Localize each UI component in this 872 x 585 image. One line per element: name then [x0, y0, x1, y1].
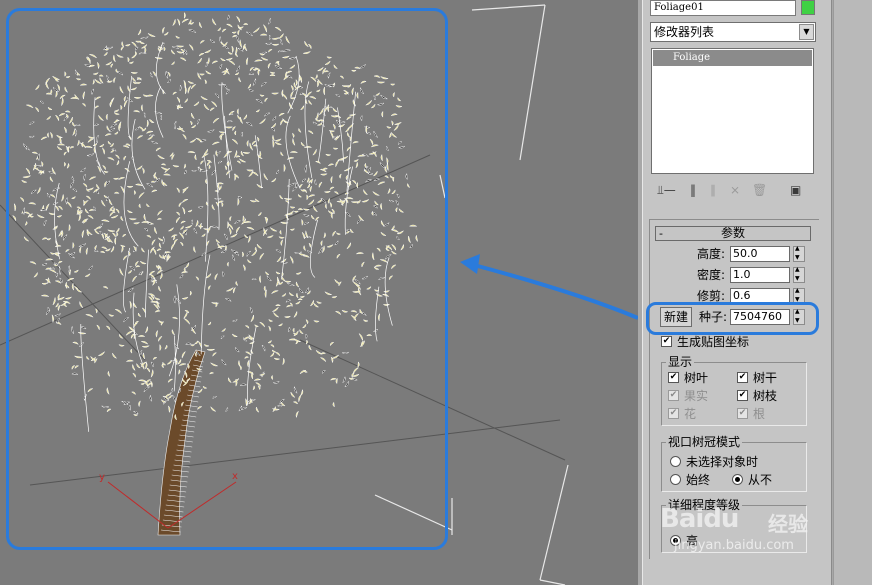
height-input[interactable]: 50.0 — [730, 246, 790, 262]
parameters-rollout-header[interactable]: - 参数 — [655, 226, 811, 241]
display-group: 显示 — [661, 355, 807, 426]
modifier-list-label: 修改器列表 — [654, 25, 715, 39]
display-branches-label: 树枝 — [753, 389, 778, 403]
checkbox-mark: ✔ — [668, 390, 679, 401]
density-label: 密度: — [696, 268, 725, 282]
checkbox-mark: ✔ — [668, 408, 679, 419]
watermark-logo: Baidu — [660, 504, 739, 534]
checkbox-mark: ✔ — [661, 336, 672, 347]
checkbox-mark: ✔ — [737, 372, 748, 383]
chevron-down-icon[interactable]: ▼ — [799, 24, 814, 40]
configure-sets-icon[interactable]: ▣ — [790, 182, 801, 198]
generate-mapping-label: 生成贴图坐标 — [677, 335, 750, 349]
make-unique-icon[interactable]: ∥ — [710, 182, 716, 198]
pin-stack-icon[interactable]: ⫫— — [657, 182, 676, 198]
show-end-result-icon[interactable]: ‖ — [690, 182, 696, 198]
display-leaves-label: 树叶 — [684, 371, 709, 385]
modifier-stack[interactable]: Foliage — [651, 48, 814, 174]
display-flowers-label: 花 — [684, 407, 697, 421]
object-color-swatch[interactable] — [801, 0, 815, 15]
remove-modifier-icon[interactable]: ⨯ — [730, 182, 740, 198]
annotation-highlight-seed — [646, 302, 819, 335]
canopy-mode-title: 视口树冠模式 — [666, 435, 743, 449]
display-group-title: 显示 — [666, 355, 695, 369]
canopy-always-label: 始终 — [686, 473, 711, 487]
density-spinner[interactable] — [793, 266, 805, 283]
stack-toolbar: ⫫— ‖ ∥ ⨯ 🗑︎ ▣ — [652, 180, 812, 200]
command-panel-scrollbar[interactable] — [833, 0, 872, 585]
radio-dot — [732, 474, 743, 485]
collapse-icon: - — [659, 227, 663, 240]
modifier-stack-item[interactable]: Foliage — [653, 50, 812, 66]
trash-icon[interactable]: 🗑︎ — [752, 182, 767, 198]
height-spinner[interactable] — [793, 245, 805, 262]
checkbox-mark: ✔ — [737, 390, 748, 401]
display-trunk-label: 树干 — [753, 371, 778, 385]
display-roots-label: 根 — [753, 407, 766, 421]
checkbox-mark: ✔ — [737, 408, 748, 419]
baidu-watermark: Baidu 经验 jingyan.baidu.com — [660, 500, 830, 570]
radio-dot — [670, 474, 681, 485]
watermark-url: jingyan.baidu.com — [674, 538, 794, 553]
annotation-arrow — [460, 254, 638, 320]
display-fruit-label: 果实 — [684, 389, 709, 403]
rollout-title: 参数 — [720, 226, 745, 240]
canopy-never-label: 从不 — [748, 473, 773, 487]
checkbox-mark: ✔ — [668, 372, 679, 383]
canopy-when-not-selected-label: 未选择对象时 — [686, 455, 759, 469]
radio-dot — [670, 456, 681, 467]
annotation-highlight-tree — [6, 8, 448, 550]
perspective-viewport[interactable]: y x — [0, 0, 638, 585]
density-input[interactable]: 1.0 — [730, 267, 790, 283]
watermark-suffix: 经验 — [768, 512, 808, 536]
modifier-list-dropdown[interactable]: 修改器列表 ▼ — [650, 22, 816, 42]
height-label: 高度: — [696, 247, 725, 261]
object-name-field[interactable]: Foliage01 — [650, 0, 796, 16]
